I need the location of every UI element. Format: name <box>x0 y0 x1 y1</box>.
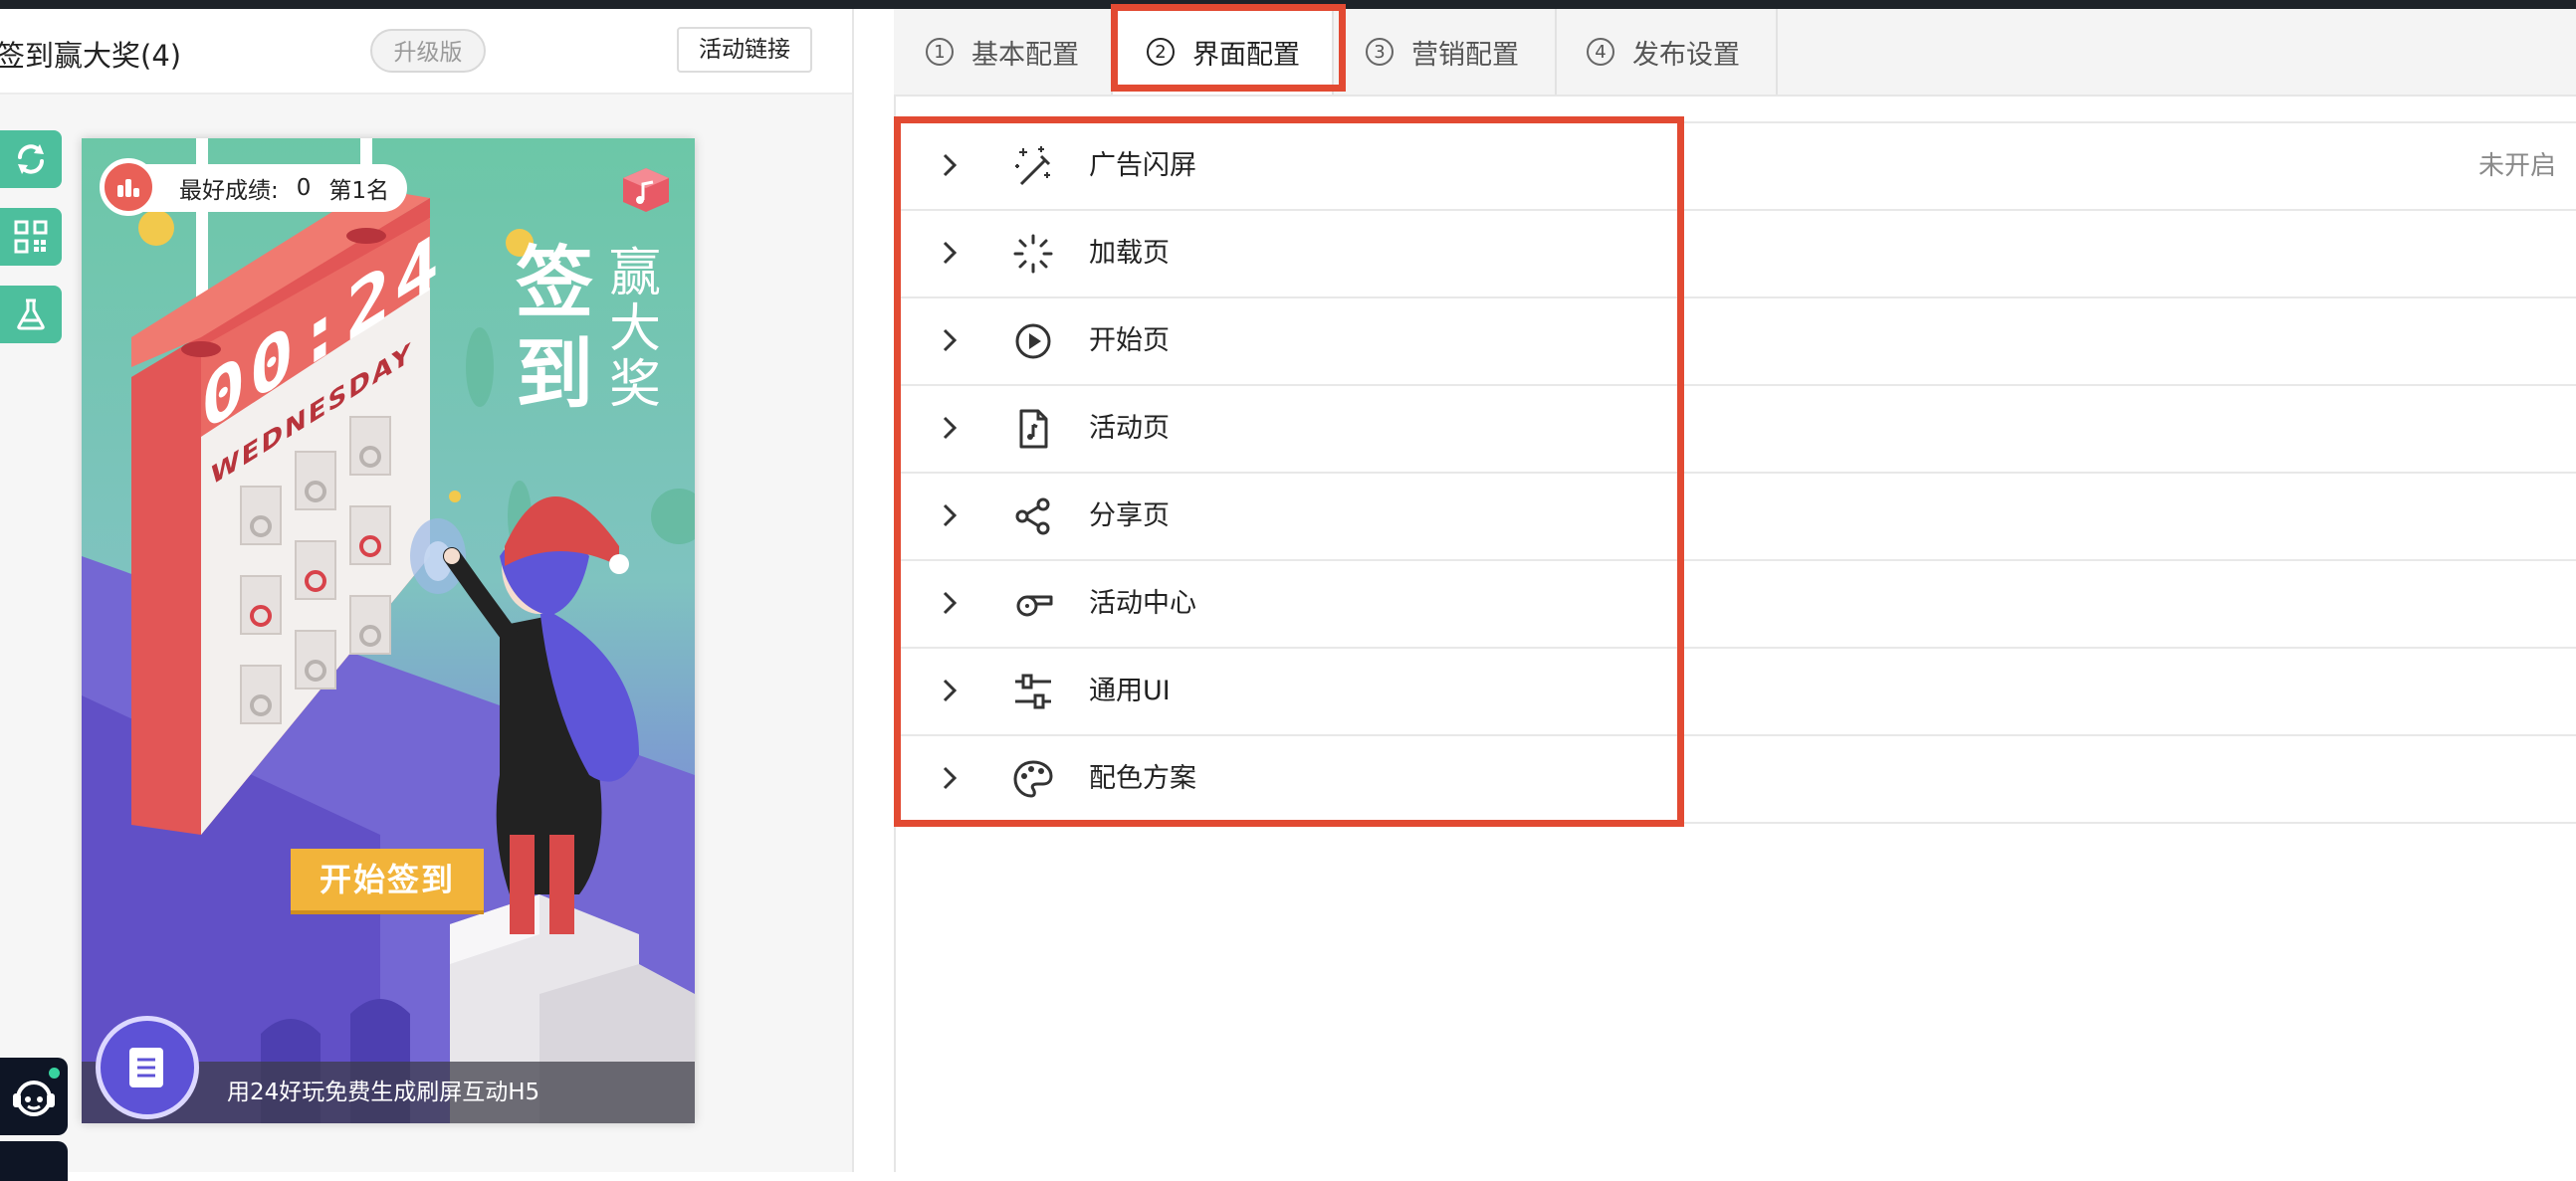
preview-header: 签到赢大奖(4) 升级版 活动链接 <box>0 9 852 95</box>
tab-marketing-config[interactable]: 3 营销配置 <box>1366 9 1555 95</box>
start-signin-button[interactable]: 开始签到 <box>291 849 484 910</box>
rank-text: 第1名 <box>328 178 390 204</box>
best-score-value: 0 <box>296 175 312 201</box>
activity-link-button[interactable]: 活动链接 <box>677 27 812 73</box>
poster-title-big: 签 到 <box>516 238 594 420</box>
tab-label: 营销配置 <box>1411 39 1519 71</box>
tab-number: 3 <box>1366 38 1394 66</box>
music-icon[interactable] <box>621 166 671 212</box>
menu-item-status: 未开启 <box>2477 151 2556 181</box>
best-score-label: 最好成绩: <box>179 178 279 204</box>
tab-basic-config[interactable]: 1 基本配置 <box>926 9 1115 95</box>
flask-icon <box>17 298 45 330</box>
headset-icon <box>13 1081 55 1116</box>
refresh-icon <box>18 144 44 174</box>
customer-service-button[interactable] <box>0 1058 68 1135</box>
tab-label: 基本配置 <box>971 39 1079 71</box>
promo-text: 用24好玩免费生成刷屏互动H5 <box>227 1080 540 1105</box>
best-score-pill: 最好成绩: 0 第1名 <box>100 158 408 216</box>
tab-label: 发布设置 <box>1632 39 1740 71</box>
tab-publish-settings[interactable]: 4 发布设置 <box>1587 9 1776 95</box>
refresh-button[interactable] <box>0 130 62 188</box>
test-button[interactable] <box>0 286 62 343</box>
upgrade-badge[interactable]: 升级版 <box>370 29 486 73</box>
brand-logo-icon <box>96 1016 199 1119</box>
ranking-icon <box>100 158 157 216</box>
online-indicator <box>49 1068 60 1079</box>
phone-preview[interactable]: 最好成绩: 0 第1名 签 到 赢 大 奖 00:24 WEDNESDAY 开始… <box>82 138 695 1123</box>
preview-panel: 签到赢大奖(4) 升级版 活动链接 最好成绩: 0 第1名 签 到 赢 大 奖 … <box>0 9 854 1181</box>
active-tab-highlight <box>1111 4 1346 92</box>
tab-number: 4 <box>1587 38 1614 66</box>
qrcode-button[interactable] <box>0 208 62 266</box>
bottom-dock-button[interactable] <box>0 1141 68 1181</box>
poster-title-small: 赢 大 奖 <box>609 244 662 415</box>
qrcode-icon <box>14 220 48 254</box>
activity-title: 签到赢大奖(4) <box>0 39 182 73</box>
tab-number: 1 <box>926 38 954 66</box>
menu-highlight-box <box>894 116 1684 827</box>
